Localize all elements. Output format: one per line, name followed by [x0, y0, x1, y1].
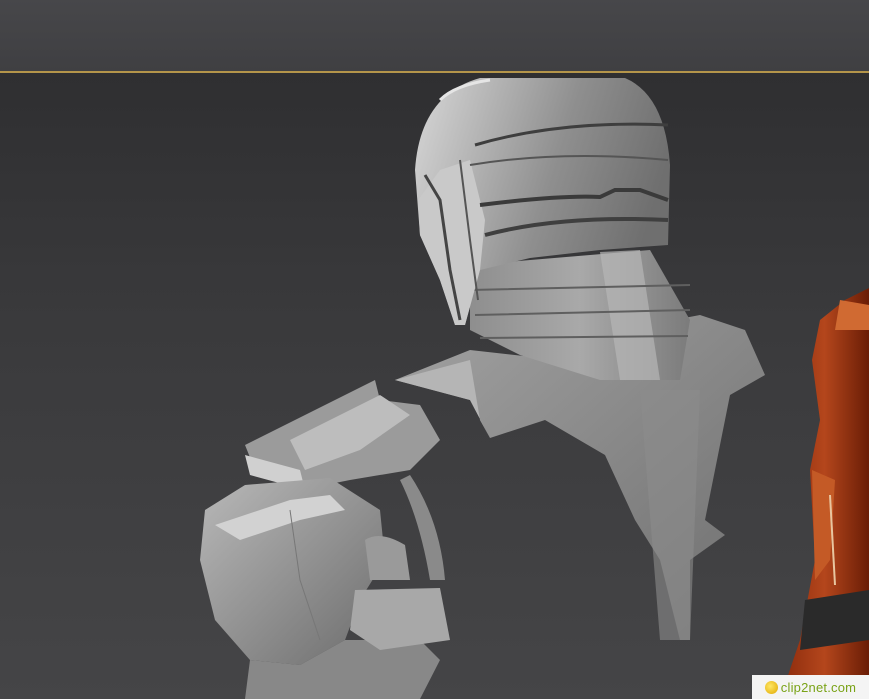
watermark-text: clip2net.com [780, 679, 857, 695]
viewport-header-bar [0, 0, 869, 71]
clip2net-logo-icon [764, 680, 778, 694]
watermark: clip2net.com [752, 675, 869, 699]
3d-viewport[interactable] [0, 73, 869, 699]
armor-model-render [200, 78, 869, 699]
